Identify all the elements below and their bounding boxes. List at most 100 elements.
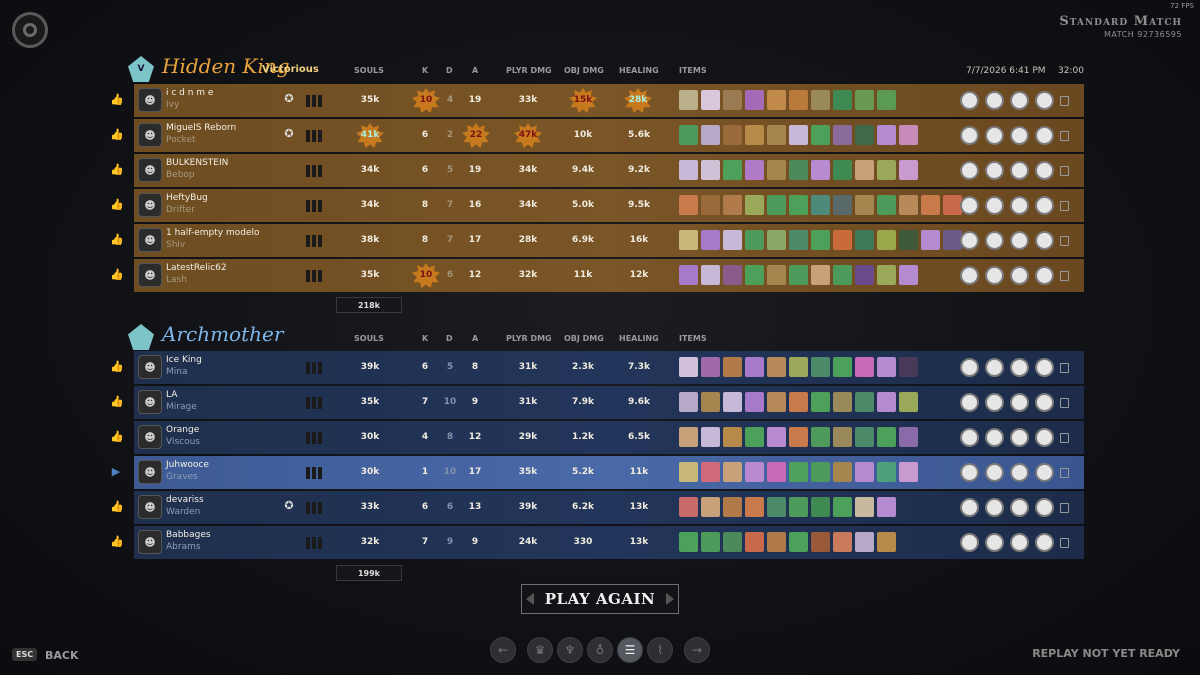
player-row[interactable]: 👍 ☻ LatestRelic62 Lash 35k 10 6 12 32k 1… <box>110 259 1084 292</box>
assists: 17 <box>468 235 482 245</box>
col-healing: HEALING <box>619 334 659 343</box>
team-name: Archmother <box>162 322 284 346</box>
player-row[interactable]: 👍 ☻ Orange Viscous 30k 4 8 12 29k 1.2k 6… <box>110 421 1084 454</box>
match-title: Standard Match <box>1059 14 1182 29</box>
item-list <box>679 265 918 285</box>
hero-portrait-viscous: ☻ <box>138 425 162 449</box>
team-header-archmother: Archmother SOULS K D A PLYR DMG OBJ DMG … <box>128 322 1088 350</box>
player-row[interactable]: 👍 ☻ LA Mirage 35k 7 10 9 31k 7.9k 9.6k <box>110 386 1084 419</box>
copy-icon[interactable] <box>1060 166 1069 176</box>
souls: 34k <box>360 200 380 210</box>
ability-list <box>960 428 1054 447</box>
player-name: Orange <box>166 425 200 435</box>
player-row[interactable]: 👍 ☻ MiguelS Reborn Pocket ✪ 41k 6 2 22 4… <box>110 119 1084 152</box>
player-name: devariss <box>166 495 204 505</box>
copy-icon[interactable] <box>1060 131 1069 141</box>
player-row[interactable]: 👍 ☻ BULKENSTEIN Bebop 34k 6 5 19 34k 9.4… <box>110 154 1084 187</box>
hero-portrait-mirage: ☻ <box>138 390 162 414</box>
player-row[interactable]: 👍 ☻ Babbages Abrams 32k 7 9 9 24k 330 13… <box>110 526 1084 559</box>
thumbs-up-icon[interactable]: 👍 <box>110 164 124 176</box>
player-damage: 31k <box>518 397 538 407</box>
copy-icon[interactable] <box>1060 236 1069 246</box>
assists: 17 <box>468 467 482 477</box>
assists: 19 <box>468 165 482 175</box>
copy-icon[interactable] <box>1060 96 1069 106</box>
menu-logo-icon[interactable] <box>12 12 48 48</box>
item-list <box>679 462 918 482</box>
col-healing: HEALING <box>619 66 659 75</box>
copy-icon[interactable] <box>1060 433 1069 443</box>
copy-icon[interactable] <box>1060 363 1069 373</box>
player-row[interactable]: 👍 ☻ devariss Warden ✪ 33k 6 6 13 39k 6.2… <box>110 491 1084 524</box>
thumbs-up-icon[interactable]: 👍 <box>110 361 124 373</box>
objective-damage: 11k <box>573 270 593 280</box>
objective-damage: 2.3k <box>572 362 594 372</box>
player-row[interactable]: 👍 ☻ HeftyBug Drifter 34k 8 7 16 34k 5.0k… <box>110 189 1084 222</box>
play-again-button[interactable]: PLAY AGAIN <box>521 584 679 614</box>
objective-damage: 330 <box>573 537 593 547</box>
trophy-icon[interactable]: ♛ <box>527 637 553 663</box>
player-damage: 34k <box>518 200 538 210</box>
build-icon[interactable]: ♆ <box>557 637 583 663</box>
healing: 11k <box>629 467 649 477</box>
thumbs-up-icon[interactable]: 👍 <box>110 431 124 443</box>
souls: 41k <box>360 130 380 140</box>
esc-key-badge[interactable]: ESC <box>12 648 38 661</box>
item-list <box>679 427 918 447</box>
player-row[interactable]: 👍 ☻ i c d n m e Ivy ✪ 35k 10 4 19 33k 15… <box>110 84 1084 117</box>
thumbs-up-icon[interactable]: 👍 <box>110 234 124 246</box>
thumbs-up-icon[interactable]: 👍 <box>110 129 124 141</box>
scoreboard-icon[interactable]: ☰ <box>617 637 643 663</box>
player-name: LA <box>166 390 178 400</box>
thumbs-up-icon[interactable]: 👍 <box>110 536 124 548</box>
col-kills: K <box>422 334 429 343</box>
hero-portrait-shiv: ☻ <box>138 228 162 252</box>
copy-icon[interactable] <box>1060 398 1069 408</box>
copy-icon[interactable] <box>1060 538 1069 548</box>
thumbs-up-icon[interactable]: 👍 <box>110 501 124 513</box>
copy-icon[interactable] <box>1060 201 1069 211</box>
col-objective-damage: OBJ DMG <box>564 66 604 75</box>
col-player-damage: PLYR DMG <box>506 334 552 343</box>
thumbs-up-icon[interactable]: 👍 <box>110 396 124 408</box>
objective-damage: 6.2k <box>572 502 594 512</box>
signal-bars-icon <box>306 235 326 247</box>
arrow-right-icon[interactable]: → <box>684 637 710 663</box>
healing: 9.2k <box>628 165 650 175</box>
signal-bars-icon <box>306 165 326 177</box>
thumbs-up-icon[interactable]: 👍 <box>110 269 124 281</box>
ability-list <box>960 498 1054 517</box>
item-list <box>679 195 962 215</box>
thumbs-up-icon[interactable]: 👍 <box>110 94 124 106</box>
item-list <box>679 125 918 145</box>
copy-icon[interactable] <box>1060 468 1069 478</box>
assists: 9 <box>471 537 479 547</box>
healing: 7.3k <box>628 362 650 372</box>
assists: 9 <box>471 397 479 407</box>
item-list <box>679 230 962 250</box>
objective-damage: 9.4k <box>572 165 594 175</box>
souls: 30k <box>360 432 380 442</box>
team-total-souls: 199k <box>336 565 402 581</box>
player-row[interactable]: 👍 ☻ 1 half-empty modelo Shiv 38k 8 7 17 … <box>110 224 1084 257</box>
player-name: 1 half-empty modelo <box>166 228 260 238</box>
signal-bars-icon <box>306 432 326 444</box>
hero-name: Mirage <box>166 402 197 412</box>
ability-list <box>960 393 1054 412</box>
graph-icon[interactable]: ⌇ <box>647 637 673 663</box>
hero-name: Lash <box>166 275 187 285</box>
ability-list <box>960 231 1054 250</box>
souls: 38k <box>360 235 380 245</box>
arrow-left-icon[interactable]: ← <box>490 637 516 663</box>
back-button[interactable]: BACK <box>45 649 79 662</box>
objective-icon[interactable]: ♁ <box>587 637 613 663</box>
player-row[interactable]: 👍 ☻ Ice King Mina 39k 6 5 8 31k 2.3k 7.3… <box>110 351 1084 384</box>
ability-list <box>960 126 1054 145</box>
player-row-self[interactable]: ▶ ☻ Juhwooce Graves 30k 1 10 17 35k 5.2k… <box>112 456 1084 489</box>
healing: 12k <box>629 270 649 280</box>
souls: 35k <box>360 397 380 407</box>
copy-icon[interactable] <box>1060 503 1069 513</box>
copy-icon[interactable] <box>1060 271 1069 281</box>
thumbs-up-icon[interactable]: 👍 <box>110 199 124 211</box>
objective-damage: 15k <box>573 95 593 105</box>
